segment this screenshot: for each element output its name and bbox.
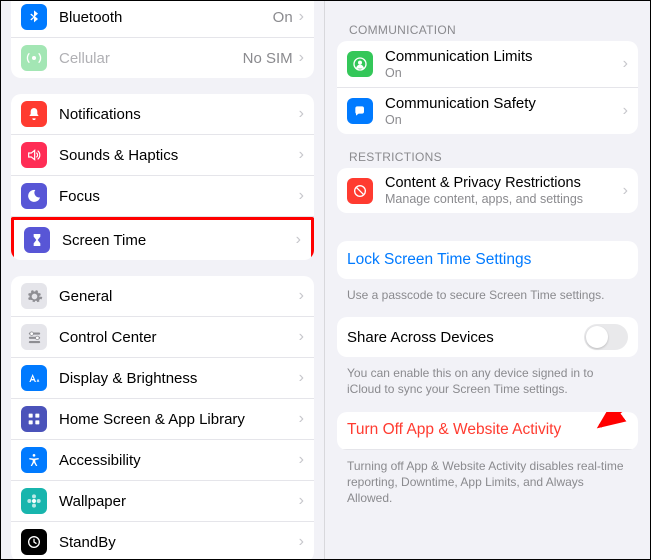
chat-bubble-icon [347, 98, 373, 124]
toggle-share-devices[interactable] [584, 324, 628, 350]
person-circle-icon [347, 51, 373, 77]
sidebar-item-general[interactable]: General › [11, 276, 314, 317]
screen-time-detail: Communication Communication Limits On › … [325, 1, 650, 559]
bluetooth-icon [21, 4, 47, 30]
cellular-icon [21, 45, 47, 71]
sidebar-item-value: On [273, 9, 293, 26]
chevron-right-icon: › [299, 451, 304, 469]
flower-icon [21, 488, 47, 514]
link-label: Lock Screen Time Settings [347, 251, 628, 269]
section-header-restrictions: Restrictions [349, 150, 626, 164]
chevron-right-icon: › [299, 146, 304, 164]
sidebar-item-label: Bluetooth [59, 9, 273, 26]
gear-icon [21, 283, 47, 309]
row-lock-settings[interactable]: Lock Screen Time Settings [337, 241, 638, 279]
grid-icon [21, 406, 47, 432]
chevron-right-icon: › [299, 187, 304, 205]
row-sub: On [385, 113, 623, 127]
row-label: Content & Privacy Restrictions [385, 175, 623, 191]
chevron-right-icon: › [299, 8, 304, 26]
group-share: Share Across Devices [337, 317, 638, 357]
group-restrictions: Content & Privacy Restrictions Manage co… [337, 168, 638, 213]
sidebar-item-control-center[interactable]: Control Center › [11, 317, 314, 358]
chevron-right-icon: › [296, 231, 301, 249]
group-turnoff: Turn Off App & Website Activity [337, 412, 638, 450]
sidebar-item-notifications[interactable]: Notifications › [11, 94, 314, 135]
row-content-privacy[interactable]: Content & Privacy Restrictions Manage co… [337, 168, 638, 213]
section-header-communication: Communication [349, 23, 626, 37]
chevron-right-icon: › [299, 287, 304, 305]
row-label: Communication Safety [385, 95, 623, 112]
settings-sidebar: Bluetooth On › Cellular No SIM › Notific… [1, 1, 325, 559]
sidebar-item-display[interactable]: Display & Brightness › [11, 358, 314, 399]
speaker-icon [21, 142, 47, 168]
row-label: Communication Limits [385, 48, 623, 65]
sidebar-item-home-screen[interactable]: Home Screen & App Library › [11, 399, 314, 440]
chevron-right-icon: › [623, 55, 628, 73]
chevron-right-icon: › [623, 102, 628, 120]
row-communication-limits[interactable]: Communication Limits On › [337, 41, 638, 88]
group-communication: Communication Limits On › Communication … [337, 41, 638, 134]
sidebar-item-label: Screen Time [62, 232, 296, 249]
row-share-devices[interactable]: Share Across Devices [337, 317, 638, 357]
sliders-icon [21, 324, 47, 350]
settings-group-attention: Notifications › Sounds & Haptics › Focus… [11, 94, 314, 260]
clock-icon [21, 529, 47, 555]
sidebar-item-accessibility[interactable]: Accessibility › [11, 440, 314, 481]
sidebar-item-label: Wallpaper [59, 493, 299, 510]
row-turn-off-activity[interactable]: Turn Off App & Website Activity [337, 412, 638, 450]
no-entry-icon [347, 178, 373, 204]
chevron-right-icon: › [623, 182, 628, 200]
chevron-right-icon: › [299, 533, 304, 551]
sidebar-item-screen-time[interactable]: Screen Time › [11, 217, 314, 260]
chevron-right-icon: › [299, 49, 304, 67]
sidebar-item-standby[interactable]: StandBy › [11, 522, 314, 559]
group-lock: Lock Screen Time Settings [337, 241, 638, 279]
row-label: Share Across Devices [347, 329, 584, 346]
settings-group-connectivity: Bluetooth On › Cellular No SIM › [11, 1, 314, 78]
sidebar-item-label: Cellular [59, 50, 243, 67]
sidebar-item-sounds[interactable]: Sounds & Haptics › [11, 135, 314, 176]
row-communication-safety[interactable]: Communication Safety On › [337, 88, 638, 134]
sidebar-item-label: Focus [59, 188, 299, 205]
moon-icon [21, 183, 47, 209]
sidebar-item-label: Control Center [59, 329, 299, 346]
text-size-icon [21, 365, 47, 391]
footer-share: You can enable this on any device signed… [347, 365, 628, 397]
link-label: Turn Off App & Website Activity [347, 421, 628, 439]
chevron-right-icon: › [299, 328, 304, 346]
sidebar-item-cellular[interactable]: Cellular No SIM › [11, 38, 314, 78]
settings-group-system: General › Control Center › Display & Bri… [11, 276, 314, 559]
chevron-right-icon: › [299, 492, 304, 510]
sidebar-item-label: Home Screen & App Library [59, 411, 299, 428]
footer-turnoff: Turning off App & Website Activity disab… [347, 458, 628, 507]
footer-lock: Use a passcode to secure Screen Time set… [347, 287, 628, 303]
sidebar-item-wallpaper[interactable]: Wallpaper › [11, 481, 314, 522]
chevron-right-icon: › [299, 369, 304, 387]
sidebar-item-label: Accessibility [59, 452, 299, 469]
chevron-right-icon: › [299, 105, 304, 123]
sidebar-item-label: StandBy [59, 534, 299, 551]
bell-icon [21, 101, 47, 127]
sidebar-item-label: Sounds & Haptics [59, 147, 299, 164]
sidebar-item-label: Notifications [59, 106, 299, 123]
sidebar-item-label: General [59, 288, 299, 305]
sidebar-item-label: Display & Brightness [59, 370, 299, 387]
row-sub: On [385, 66, 623, 80]
row-sub: Manage content, apps, and settings [385, 192, 623, 206]
sidebar-item-bluetooth[interactable]: Bluetooth On › [11, 1, 314, 38]
sidebar-item-focus[interactable]: Focus › [11, 176, 314, 217]
sidebar-item-value: No SIM [243, 50, 293, 67]
chevron-right-icon: › [299, 410, 304, 428]
accessibility-icon [21, 447, 47, 473]
hourglass-icon [24, 227, 50, 253]
